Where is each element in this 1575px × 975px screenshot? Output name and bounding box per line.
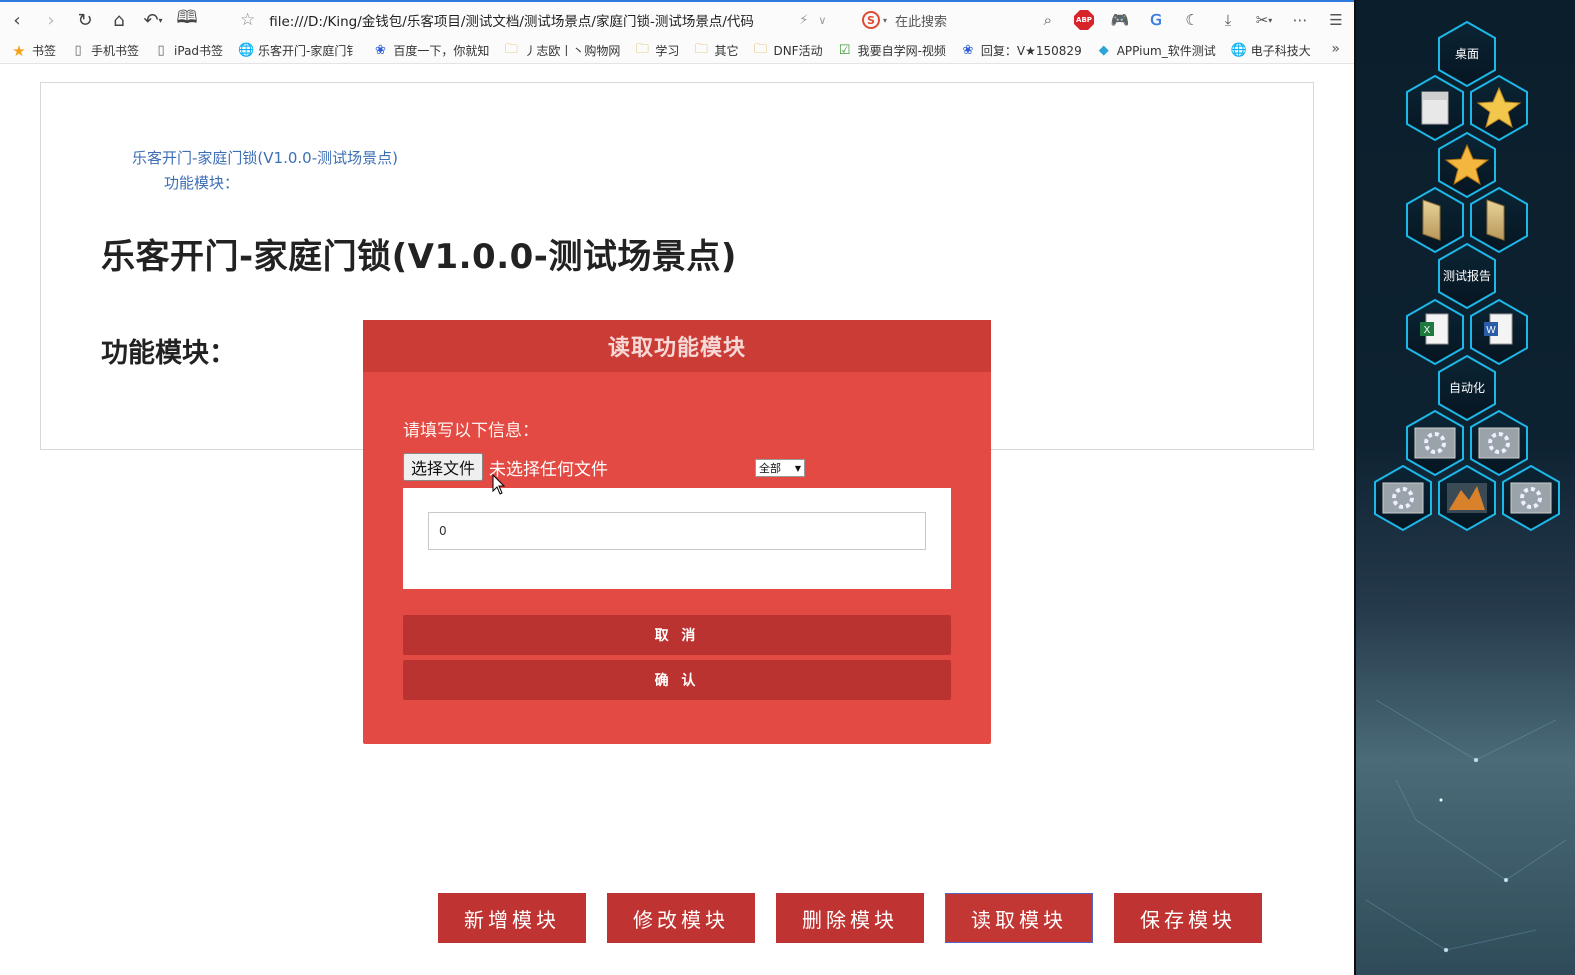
page-title: 乐客开门-家庭门锁(V1.0.0-测试场景点) <box>101 237 737 277</box>
bookmark-item[interactable]: ▯ iPad书签 <box>154 42 223 59</box>
extensions-bar: ABP 🎮 𝖦 ☾ ⤓ ✂ ▾ ⋯ ☰ <box>1066 6 1354 34</box>
gear-icon <box>1382 482 1424 514</box>
night-mode-icon[interactable]: ☾ <box>1174 6 1210 34</box>
folder-icon: 🗀 <box>753 41 767 57</box>
read-module-button[interactable]: 读取模块 <box>945 893 1093 943</box>
mouse-cursor-icon <box>492 474 506 495</box>
test-report-label: 测试报告 <box>1443 268 1491 283</box>
bookmark-item[interactable]: 🗀 DNF活动 <box>753 40 823 62</box>
baidu-paw-icon: ❀ <box>374 43 386 58</box>
translate-icon[interactable]: 𝖦 <box>1138 6 1174 34</box>
bookmark-item[interactable]: 🗀 其它 <box>694 40 739 62</box>
svg-text:W: W <box>1486 325 1496 336</box>
confirm-button[interactable]: 确 认 <box>403 660 951 700</box>
bookmark-item[interactable]: 🌐 电子科技大 <box>1231 42 1311 59</box>
bookmark-star-icon[interactable]: ☆ <box>240 10 255 30</box>
address-bar[interactable]: ☆ file:///D:/King/金钱包/乐客项目/测试文档/测试场景点/家庭… <box>240 6 854 34</box>
gamepad-icon[interactable]: 🎮 <box>1102 6 1138 34</box>
lightning-icon[interactable]: ⚡ <box>799 13 808 28</box>
folder-icon: 🗀 <box>504 41 518 57</box>
bookmark-item[interactable]: ◆ APPium_软件测试 <box>1097 42 1216 59</box>
desktop-label: 桌面 <box>1455 47 1479 61</box>
globe-icon: 🌐 <box>238 43 255 58</box>
choose-file-button[interactable]: 选择文件 <box>403 453 484 481</box>
back-icon[interactable]: ‹ <box>0 3 34 37</box>
bookmark-item[interactable]: ❀ 回复：V★150829 <box>961 42 1081 59</box>
matlab-icon <box>1447 483 1487 513</box>
svg-text:X: X <box>1424 325 1431 336</box>
caret-down-icon[interactable]: ▾ <box>883 16 887 25</box>
gear-icon <box>1414 427 1456 459</box>
dialog-prompt: 请填写以下信息： <box>403 421 539 441</box>
gear-icon <box>1510 482 1552 514</box>
reload-icon[interactable]: ↻ <box>68 3 102 37</box>
file-icon <box>1421 91 1449 125</box>
home-icon[interactable]: ⌂ <box>102 3 136 37</box>
phone-icon: ▯ <box>74 43 82 58</box>
bookmark-item[interactable]: 🗀 学习 <box>635 40 680 62</box>
paw-icon: ❀ <box>962 43 974 58</box>
delete-module-button[interactable]: 删除模块 <box>776 893 924 943</box>
bookmarks-bar: ★ 书签 ▯ 手机书签 ▯ iPad书签 🌐 乐客开门-家庭门钅 ❀ 百度一下，你就知 🗀… <box>0 38 1354 64</box>
bookmark-item[interactable]: ★ 书签 <box>12 42 56 60</box>
search-placeholder[interactable]: 在此搜索 <box>895 11 947 30</box>
add-module-button[interactable]: 新增模块 <box>438 893 586 943</box>
toc-link-modules[interactable]: 功能模块： <box>164 172 239 193</box>
filter-select-value: 全部 <box>759 462 781 475</box>
folder-icon <box>1486 199 1505 241</box>
chevron-down-icon[interactable]: ∨ <box>818 14 826 27</box>
reading-mode-icon[interactable]: 🕮 <box>170 3 204 37</box>
section-heading: 功能模块： <box>101 338 236 369</box>
adblock-icon[interactable]: ABP <box>1066 6 1102 34</box>
forward-icon[interactable]: › <box>34 3 68 37</box>
bookmark-item[interactable]: 🌐 乐客开门-家庭门钅 <box>238 42 358 59</box>
gear-icon <box>1478 427 1520 459</box>
automation-label: 自动化 <box>1449 381 1485 395</box>
undo-icon[interactable]: ↶ ▾ <box>136 3 170 37</box>
edit-module-button[interactable]: 修改模块 <box>607 893 755 943</box>
bookmark-item[interactable]: ▯ 手机书签 <box>71 42 139 59</box>
hex-launcher: 桌面 测试报告 自动化 X W <box>1365 20 1567 953</box>
browser-toolbar: ‹ › ↻ ⌂ ↶ ▾ 🕮 ☆ file:///D:/King/金钱包/乐客项目/… <box>0 0 1354 38</box>
search-engine-icon[interactable]: S <box>862 11 880 29</box>
appium-icon: ◆ <box>1098 43 1109 58</box>
v-check-icon: ☑ <box>838 43 851 58</box>
search-icon[interactable]: ⌕ <box>1044 11 1052 29</box>
read-module-dialog: 读取功能模块 请填写以下信息： 选择文件 未选择任何文件 全部 ▼ 0 取 消 … <box>363 320 991 744</box>
toc-link-title[interactable]: 乐客开门-家庭门锁(V1.0.0-测试场景点) <box>132 147 398 168</box>
file-status-text: 未选择任何文件 <box>489 459 609 480</box>
save-module-button[interactable]: 保存模块 <box>1114 893 1262 943</box>
bookmark-item[interactable]: ☑ 我要自学网-视频 <box>838 42 946 59</box>
star-icon: ★ <box>12 41 26 60</box>
download-icon[interactable]: ⤓ <box>1210 6 1246 34</box>
bookmark-item[interactable]: 🗀 丿志欧丨丶购物网 <box>504 40 621 62</box>
bookmark-item[interactable]: ❀ 百度一下，你就知 <box>373 42 489 59</box>
search-box[interactable]: S ▾ 在此搜索 ⌕ <box>862 6 1052 34</box>
globe-icon: 🌐 <box>1230 43 1247 58</box>
module-input[interactable]: 0 <box>428 512 926 550</box>
folder-icon: 🗀 <box>635 41 649 57</box>
more-icon[interactable]: ⋯ <box>1282 6 1318 34</box>
filter-select[interactable]: 全部 ▼ <box>755 459 805 477</box>
tablet-icon: ▯ <box>157 43 165 58</box>
scissors-icon[interactable]: ✂ ▾ <box>1246 6 1282 34</box>
menu-icon[interactable]: ☰ <box>1318 6 1354 34</box>
constellation-decoration <box>1365 699 1567 953</box>
dropdown-arrow-icon: ▼ <box>794 463 801 473</box>
more-bookmarks-icon[interactable]: » <box>1331 41 1340 57</box>
folder-icon <box>1422 199 1441 241</box>
url-text[interactable]: file:///D:/King/金钱包/乐客项目/测试文档/测试场景点/家庭门锁… <box>269 10 789 30</box>
dialog-title: 读取功能模块 <box>363 320 991 372</box>
folder-icon: 🗀 <box>694 41 708 57</box>
desktop-background: 桌面 测试报告 自动化 X W <box>1354 0 1575 975</box>
input-panel: 0 <box>403 488 951 589</box>
cancel-button[interactable]: 取 消 <box>403 615 951 655</box>
